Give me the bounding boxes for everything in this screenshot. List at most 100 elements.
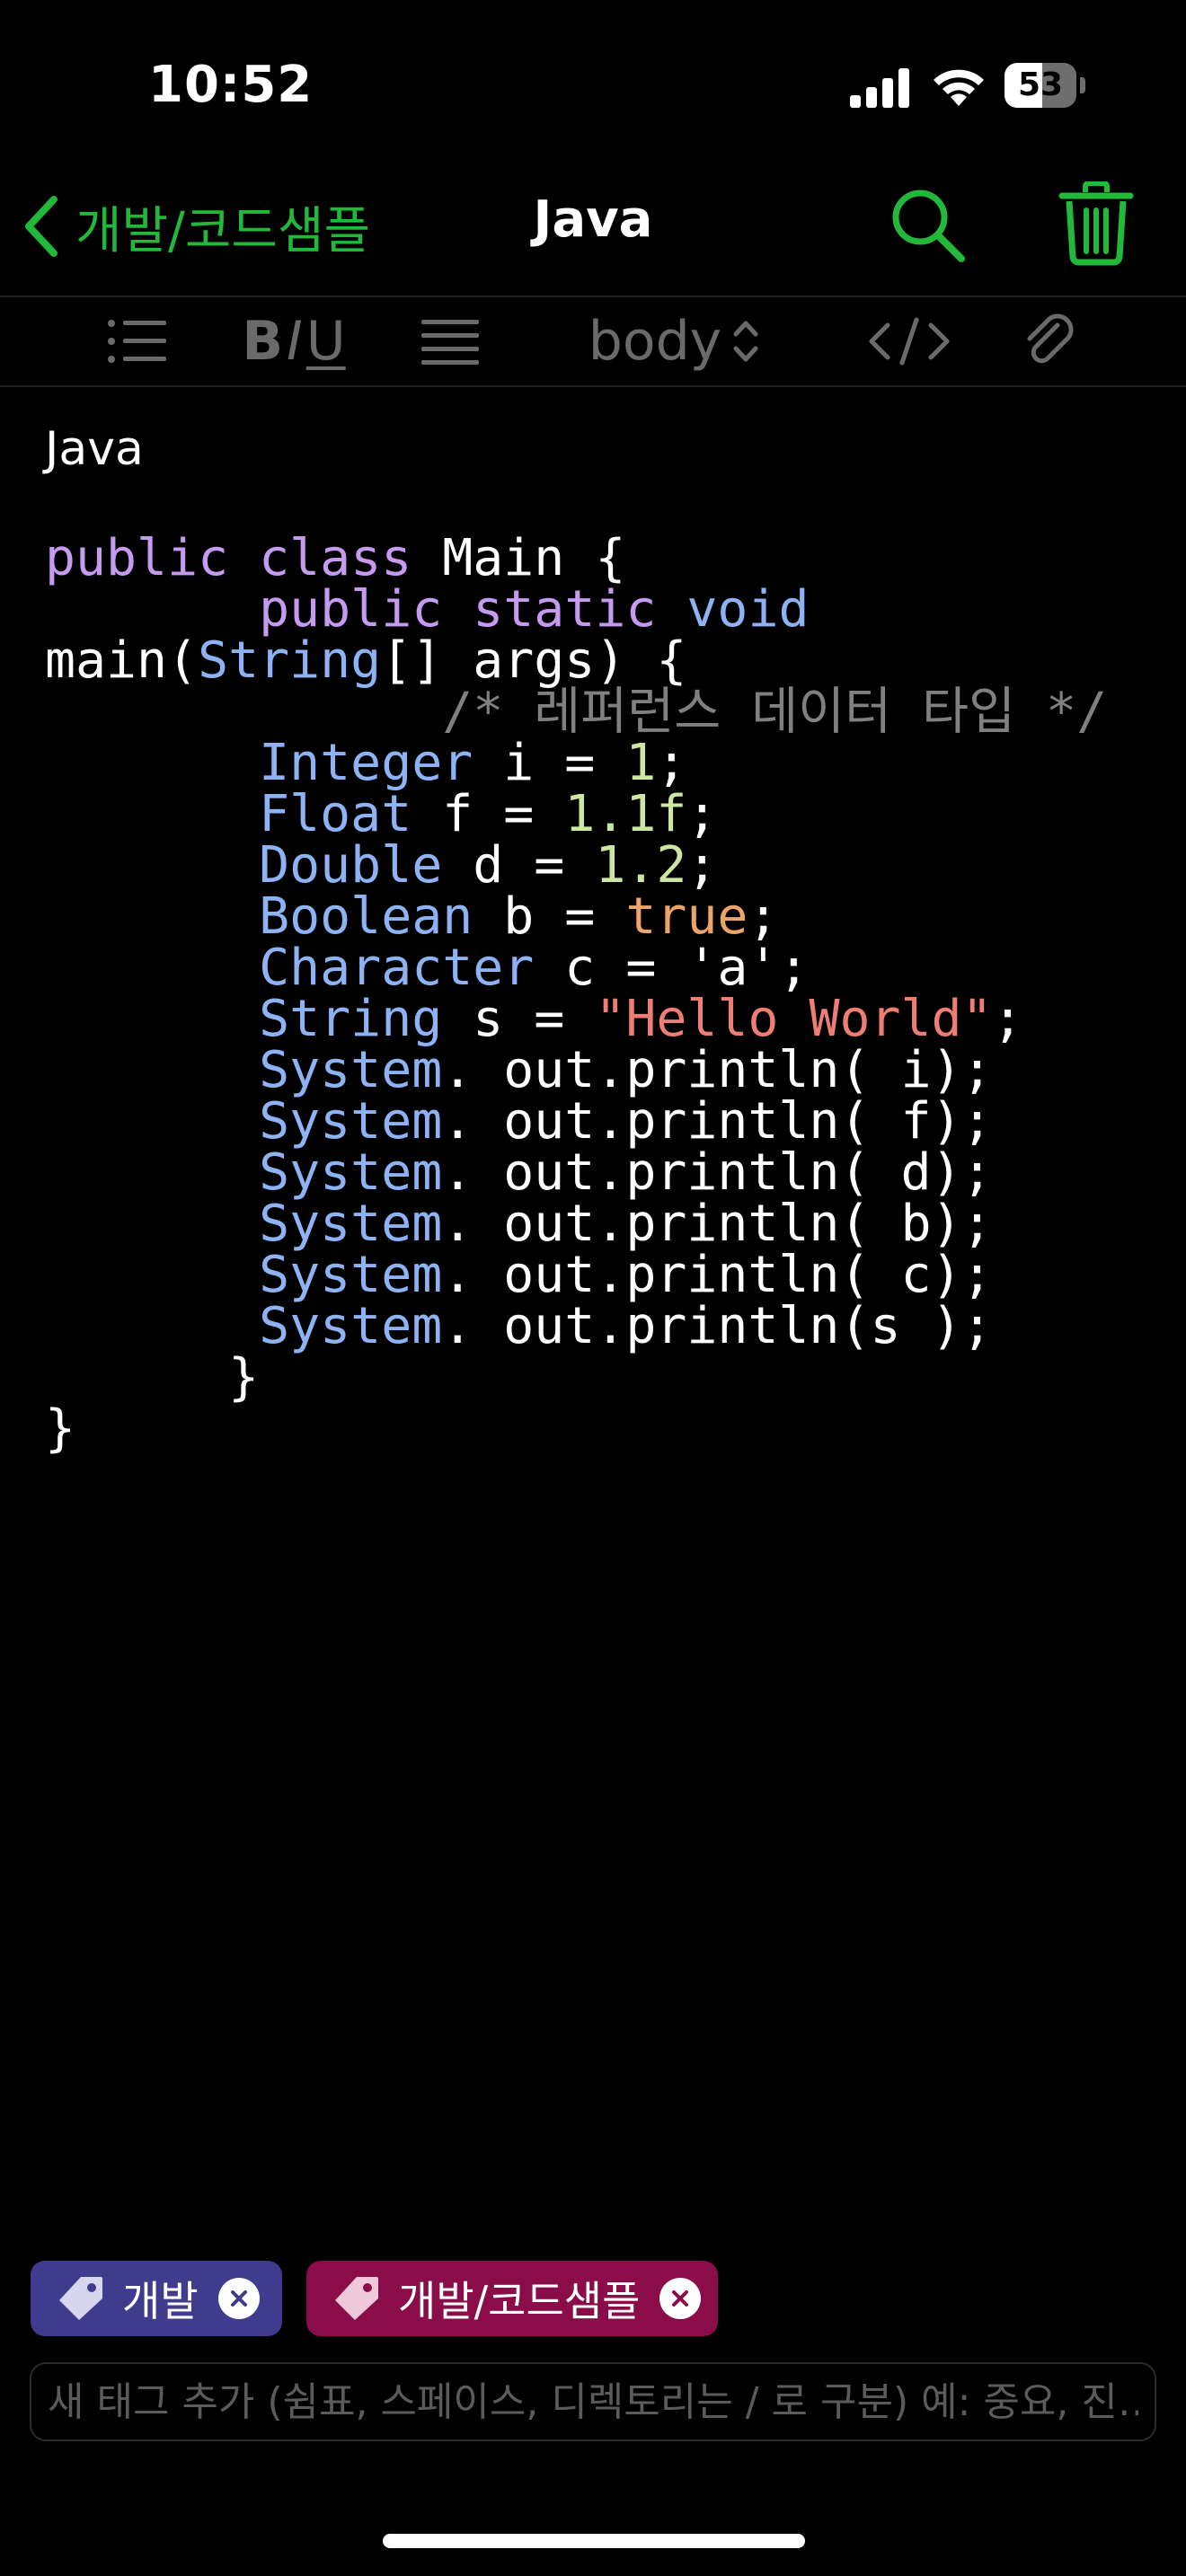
code-token: public: [259, 580, 443, 639]
code-block-button[interactable]: [866, 302, 952, 381]
code-token: [] args) {: [381, 631, 687, 690]
delete-button[interactable]: [1058, 181, 1134, 270]
code-token: b =: [473, 887, 626, 946]
code-line: Boolean b = true;: [45, 887, 778, 946]
home-indicator[interactable]: [383, 2534, 805, 2548]
remove-tag-button[interactable]: [217, 2278, 260, 2319]
code-token: d =: [442, 836, 596, 895]
close-icon: [672, 2290, 689, 2307]
code-token: 1.2: [595, 836, 687, 895]
code-token: String: [259, 990, 443, 1048]
chevron-left-icon: [25, 196, 58, 257]
code-token: f =: [412, 785, 565, 843]
code-line: String s = "Hello World";: [45, 990, 1023, 1048]
tag-icon: [335, 2277, 378, 2320]
code-token: System: [259, 1041, 443, 1099]
text-format-button[interactable]: BIU: [235, 302, 352, 381]
trash-icon: [1058, 181, 1134, 266]
code-token: 1: [625, 734, 657, 792]
page-title: Java: [533, 190, 653, 249]
code-token: 1.1f: [564, 785, 687, 843]
code-token: System: [259, 1195, 443, 1253]
note-title[interactable]: Java: [45, 422, 144, 476]
code-token: /* 레퍼런스 데이터 타입 */: [442, 683, 1108, 741]
code-token: main(: [45, 631, 199, 690]
tag-label: 개발/코드샘플: [398, 2277, 641, 2325]
code-token: ;: [686, 836, 718, 895]
tag-icon: [59, 2277, 102, 2320]
back-button[interactable]: 개발/코드샘플: [22, 180, 370, 273]
code-token: s =: [442, 990, 596, 1048]
code-line: public static void: [45, 580, 809, 639]
tag-chip[interactable]: 개발/코드샘플: [306, 2261, 718, 2336]
code-token: . out.println( i);: [442, 1041, 993, 1099]
code-token: "Hello World": [595, 990, 993, 1048]
nav-divider: [0, 296, 1186, 297]
code-token: Integer: [259, 734, 474, 792]
code-token: c = 'a';: [534, 939, 810, 997]
underline-label: U: [305, 310, 346, 373]
code-icon: [869, 317, 950, 366]
code-token: . out.println( d);: [442, 1143, 993, 1202]
code-line: }: [45, 1348, 259, 1407]
code-token: Character: [259, 939, 535, 997]
code-token: }: [45, 1348, 260, 1407]
code-line: System. out.println( c);: [45, 1246, 993, 1304]
paperclip-icon: [1027, 313, 1074, 364]
code-token: Float: [259, 785, 412, 843]
code-token: class: [259, 529, 412, 587]
align-button[interactable]: [419, 302, 482, 381]
status-time: 10:52: [148, 56, 314, 114]
italic-label: I: [287, 310, 303, 373]
signal-icon: [850, 68, 909, 108]
text-style-select[interactable]: body: [582, 302, 766, 381]
code-token: static: [473, 580, 657, 639]
battery-level: 53: [1017, 66, 1064, 103]
code-token: public: [45, 529, 229, 587]
code-token: Main {: [412, 529, 626, 587]
code-line: System. out.println( i);: [45, 1041, 993, 1099]
code-token: Boolean: [259, 887, 474, 946]
code-line: Character c = 'a';: [45, 939, 809, 997]
code-token: . out.println( c);: [442, 1246, 993, 1304]
code-token: System: [259, 1246, 443, 1304]
code-block[interactable]: public class Main { public static void m…: [45, 533, 1107, 1454]
code-token: void: [686, 580, 810, 639]
wifi-icon: [934, 69, 984, 106]
code-token: . out.println(s );: [442, 1297, 993, 1355]
new-tag-input[interactable]: [30, 2362, 1156, 2441]
code-line: Double d = 1.2;: [45, 836, 717, 895]
list-button[interactable]: [104, 302, 169, 381]
search-button[interactable]: [890, 187, 967, 269]
tag-chip[interactable]: 개발: [31, 2261, 282, 2336]
code-line: System. out.println( b);: [45, 1195, 993, 1253]
code-line: public class Main {: [45, 529, 625, 587]
code-token: ;: [992, 990, 1023, 1048]
code-token: String: [198, 631, 382, 690]
toolbar-divider: [0, 385, 1186, 387]
up-down-chevron-icon: [733, 321, 758, 362]
code-token: . out.println( f);: [442, 1092, 993, 1151]
code-token: System: [259, 1092, 443, 1151]
code-line: }: [45, 1399, 75, 1458]
code-token: ;: [686, 785, 718, 843]
code-line: System. out.println( f);: [45, 1092, 993, 1151]
code-token: }: [45, 1399, 76, 1458]
tag-label: 개발: [122, 2277, 199, 2325]
remove-tag-button[interactable]: [659, 2278, 702, 2319]
code-line: /* 레퍼런스 데이터 타입 */: [45, 683, 1107, 741]
list-icon: [108, 320, 166, 363]
code-token: . out.println( b);: [442, 1195, 993, 1253]
align-icon: [421, 320, 479, 365]
attach-button[interactable]: [1019, 302, 1082, 381]
